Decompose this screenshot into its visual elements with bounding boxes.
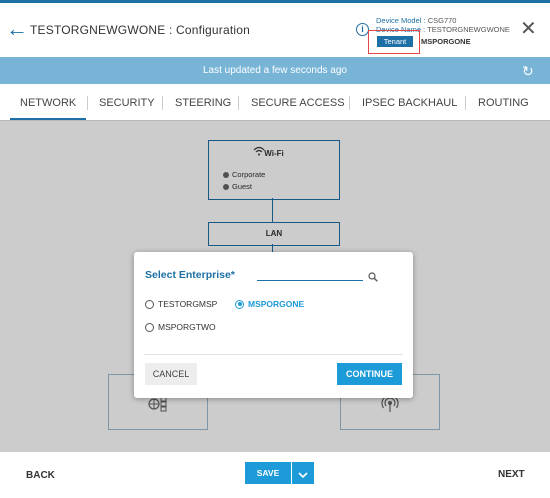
tab-divider (238, 96, 239, 110)
save-options-button[interactable] (292, 462, 314, 484)
last-updated-text: Last updated a few seconds ago (203, 65, 347, 76)
device-model-value: CSG770 (427, 16, 457, 25)
dialog-divider (144, 354, 403, 355)
radio-msporgone[interactable]: MSPORGONE (235, 299, 304, 309)
tab-divider (465, 96, 466, 110)
radio-label: MSPORGONE (248, 299, 305, 309)
header: ← TESTORGNEWGWONE : Configuration i Devi… (0, 3, 550, 57)
radio-button[interactable] (145, 299, 154, 309)
tenant-name: MSPORGONE (421, 37, 471, 46)
chevron-down-icon (298, 466, 308, 481)
back-arrow-icon[interactable]: ← (6, 18, 28, 40)
back-button[interactable]: BACK (26, 470, 55, 481)
device-name-value: TESTORGNEWGWONE (427, 25, 510, 34)
next-button[interactable]: NEXT (498, 469, 525, 480)
continue-button[interactable]: CONTINUE (337, 363, 402, 385)
refresh-icon[interactable]: ↻ (522, 63, 534, 80)
tab-secure-access[interactable]: SECURE ACCESS (251, 97, 345, 109)
device-model-label: Device Model : (376, 16, 426, 25)
close-icon[interactable]: ✕ (520, 19, 537, 39)
tab-divider (87, 96, 88, 110)
tab-routing[interactable]: ROUTING (478, 97, 529, 109)
tab-ipsec-backhaul[interactable]: IPSEC BACKHAUL (362, 97, 457, 109)
tab-network[interactable]: NETWORK (20, 97, 76, 109)
select-enterprise-dialog: Select Enterprise* TESTORGMSP MSPORGONE … (134, 252, 413, 398)
tab-security[interactable]: SECURITY (99, 97, 155, 109)
status-banner: Last updated a few seconds ago ↻ (0, 57, 550, 84)
search-icon[interactable] (368, 269, 378, 282)
dialog-title: Select Enterprise* (145, 269, 235, 281)
footer-bar: BACK SAVE NEXT (0, 452, 550, 498)
radio-label: TESTORGMSP (158, 299, 218, 309)
tab-divider (162, 96, 163, 110)
radio-label: MSPORGTWO (158, 322, 216, 332)
page-title: TESTORGNEWGWONE : Configuration (30, 23, 251, 37)
radio-button[interactable] (145, 322, 154, 332)
tab-divider (349, 96, 350, 110)
tenant-badge: Tenant (377, 36, 413, 47)
radio-msporgtwo[interactable]: MSPORGTWO (145, 322, 216, 332)
cancel-button[interactable]: CANCEL (145, 363, 197, 385)
save-button[interactable]: SAVE (245, 462, 291, 484)
radio-button-selected[interactable] (235, 299, 244, 309)
enterprise-search-input[interactable] (257, 266, 363, 281)
tab-bar: NETWORK SECURITY STEERING SECURE ACCESS … (0, 90, 550, 121)
tab-steering[interactable]: STEERING (175, 97, 231, 109)
radio-testorgmsp[interactable]: TESTORGMSP (145, 299, 217, 309)
